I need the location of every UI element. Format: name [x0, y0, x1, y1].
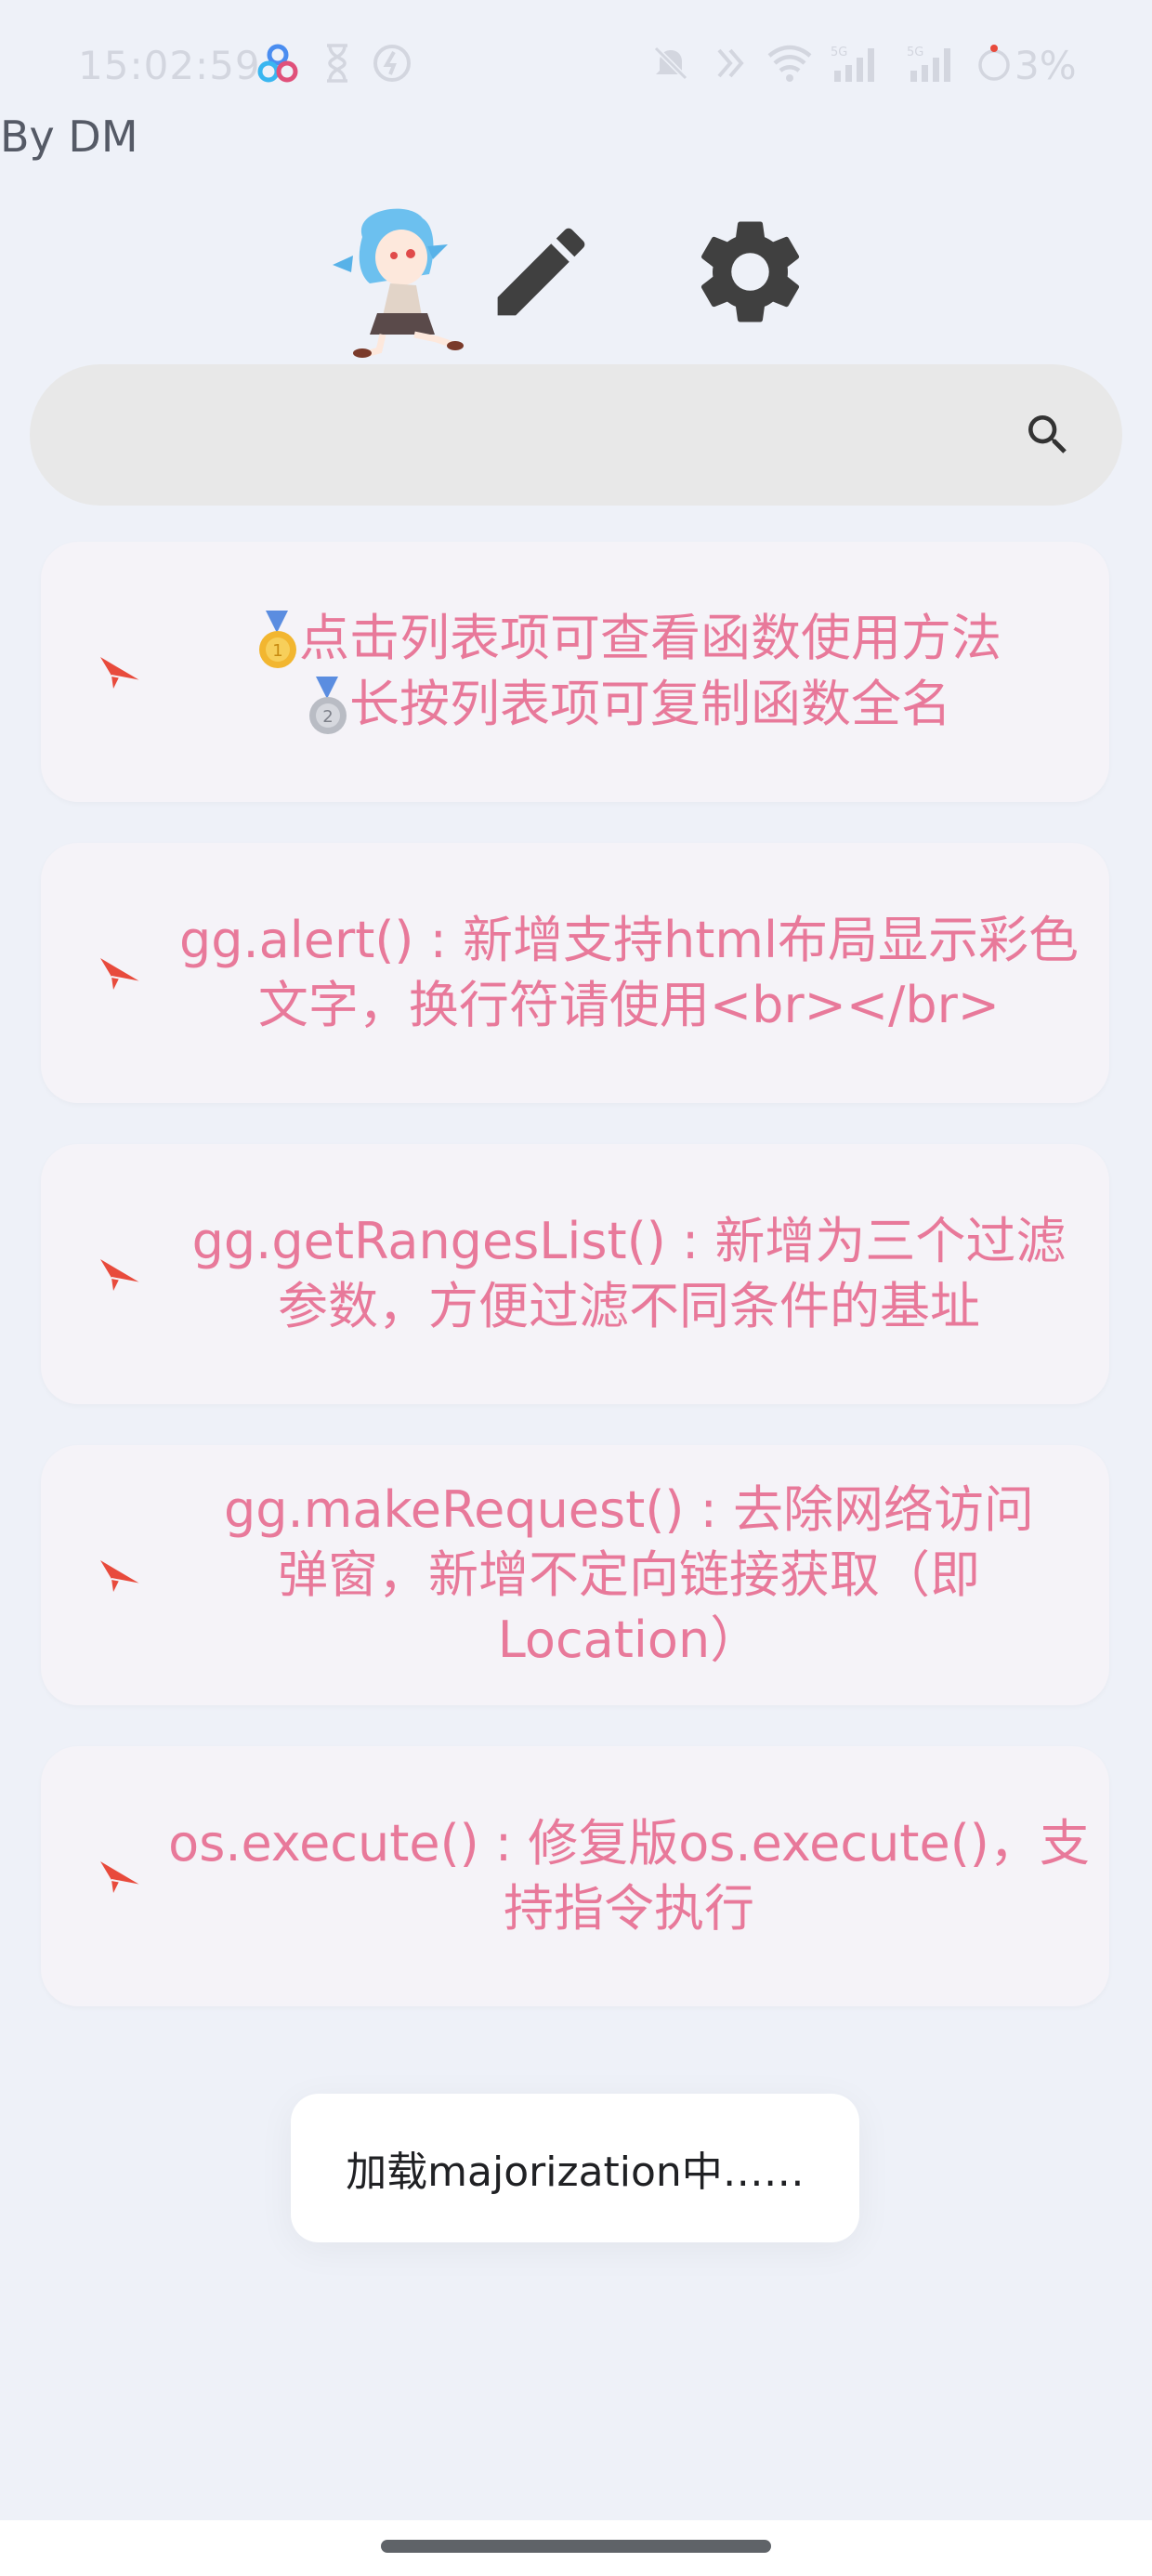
status-time: 15:02:59: [78, 43, 261, 88]
list-item-line: gg.getRangesList() : 新增为三个过滤: [191, 1212, 1067, 1270]
search-icon[interactable]: [1022, 409, 1074, 461]
toast-message: 加载majorization中……: [291, 2094, 859, 2242]
pencil-icon[interactable]: [483, 214, 599, 330]
list-item-line: os.execute() : 修复版os.execute()，支: [168, 1814, 1090, 1873]
list-item[interactable]: gg.alert() : 新增支持html布局显示彩色 文字，换行符请使用<br…: [41, 843, 1109, 1103]
battery-level: 3%: [1015, 43, 1077, 88]
list-item-line: 2 长按列表项可复制函数全名: [307, 672, 951, 738]
hourglass-icon: [327, 44, 347, 83]
paper-plane-icon: [100, 1259, 142, 1291]
list-item[interactable]: gg.makeRequest() : 去除网络访问 弹窗，新增不定向链接获取（即…: [41, 1445, 1109, 1705]
search-bar[interactable]: [30, 364, 1122, 507]
list-item[interactable]: 1 点击列表项可查看函数使用方法 2 长按列表项可复制函数全名: [41, 542, 1109, 802]
list-item-line-text: 点击列表项可查看函数使用方法: [299, 608, 1001, 667]
signal-5g-icon: 5G: [831, 46, 874, 82]
list-item-line: gg.makeRequest() : 去除网络访问: [224, 1480, 1034, 1539]
list-item[interactable]: gg.getRangesList() : 新增为三个过滤 参数，方便过滤不同条件…: [41, 1144, 1109, 1404]
mute-icon: [653, 46, 688, 81]
list-item-line: 持指令执行: [504, 1879, 754, 1938]
wifi-icon: [767, 45, 812, 82]
list-item-line: 弹窗，新增不定向链接获取（即: [278, 1545, 980, 1604]
author-label: By DM: [0, 112, 138, 162]
gesture-handle[interactable]: [381, 2540, 771, 2553]
svg-text:5G: 5G: [831, 46, 847, 59]
list-item-line-text: 长按列表项可复制函数全名: [349, 675, 951, 733]
paper-plane-icon: [100, 958, 142, 990]
list-item-text: gg.makeRequest() : 去除网络访问 弹窗，新增不定向链接获取（即…: [165, 1445, 1093, 1705]
status-bar: 15:02:59 5G 5G 3%: [0, 0, 1152, 139]
list-item-line: 文字，换行符请使用<br></br>: [257, 976, 1001, 1034]
app-cluster-icon: [257, 44, 298, 83]
search-input[interactable]: [67, 364, 1018, 507]
no-entry-icon: [373, 45, 411, 82]
svg-text:2: 2: [322, 707, 333, 727]
gold-medal-icon: 1: [259, 611, 296, 668]
list-item-text: gg.getRangesList() : 新增为三个过滤 参数，方便过滤不同条件…: [165, 1144, 1093, 1404]
paper-plane-icon: [100, 657, 142, 689]
list-item-text: os.execute() : 修复版os.execute()，支 持指令执行: [165, 1746, 1093, 2006]
signal-5g-icon: 5G: [907, 46, 950, 82]
svg-text:1: 1: [272, 641, 282, 661]
list-item-line: 参数，方便过滤不同条件的基址: [278, 1277, 980, 1335]
svg-text:5G: 5G: [907, 46, 923, 59]
list-item-line: Location）: [497, 1610, 761, 1669]
list-item-text: 1 点击列表项可查看函数使用方法 2 长按列表项可复制函数全名: [165, 542, 1093, 802]
list-item-text: gg.alert() : 新增支持html布局显示彩色 文字，换行符请使用<br…: [165, 843, 1093, 1103]
battery-icon: [978, 45, 1010, 81]
paper-plane-icon: [100, 1861, 142, 1893]
list-item-line: 1 点击列表项可查看函数使用方法: [256, 606, 1001, 672]
silver-medal-icon: 2: [309, 677, 347, 735]
list-item[interactable]: os.execute() : 修复版os.execute()，支 持指令执行: [41, 1746, 1109, 2006]
gear-icon[interactable]: [687, 209, 813, 335]
paper-plane-icon: [100, 1560, 142, 1592]
list-item-line: gg.alert() : 新增支持html布局显示彩色: [178, 911, 1080, 969]
nfc-icon: [717, 48, 744, 78]
avatar[interactable]: [325, 200, 465, 358]
